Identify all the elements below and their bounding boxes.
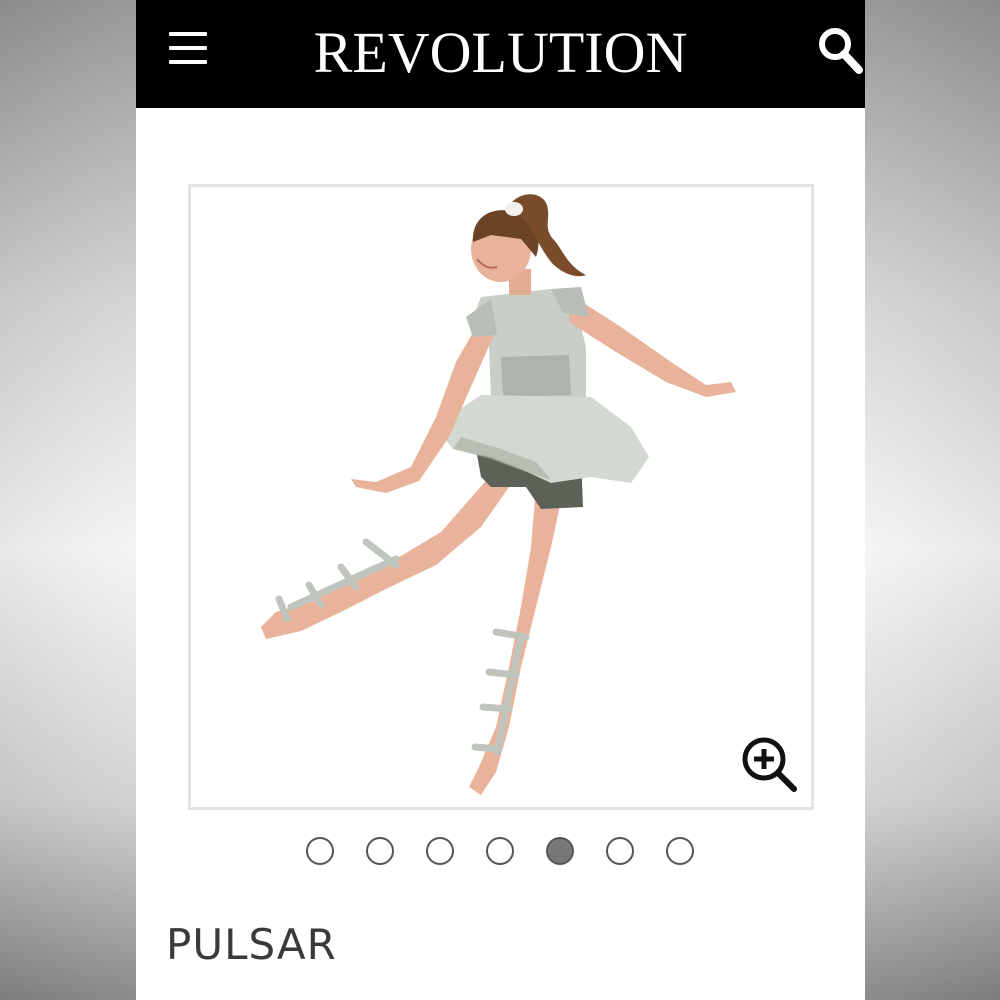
site-header: REVOLUTION: [136, 0, 865, 108]
product-image: [261, 194, 736, 795]
carousel-dot-3[interactable]: [426, 837, 454, 865]
carousel-dot-4[interactable]: [486, 837, 514, 865]
mobile-page: REVOLUTION PULSAR: [136, 0, 865, 1000]
carousel-dots: [306, 837, 706, 869]
zoom-in-icon[interactable]: [740, 735, 800, 795]
product-title: PULSAR: [166, 920, 337, 969]
search-icon[interactable]: [816, 24, 864, 76]
carousel-dot-7[interactable]: [666, 837, 694, 865]
carousel-dot-6[interactable]: [606, 837, 634, 865]
background-right: [864, 0, 1000, 1000]
carousel-dot-2[interactable]: [366, 837, 394, 865]
brand-logo[interactable]: REVOLUTION: [136, 18, 865, 88]
carousel-dot-5-active[interactable]: [546, 837, 574, 865]
carousel-dot-1[interactable]: [306, 837, 334, 865]
product-image-frame[interactable]: [188, 184, 814, 810]
background-left: [0, 0, 136, 1000]
